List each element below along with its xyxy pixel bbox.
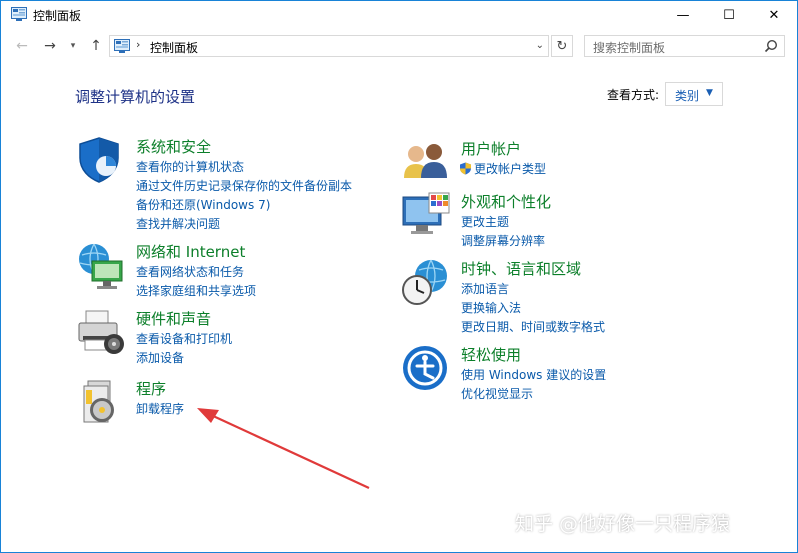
navigation-bar: ← → ▾ ↑ › 控制面板 ⌄ ↻ 搜索控制面板: [1, 29, 797, 63]
recent-locations-dropdown[interactable]: ▾: [67, 37, 79, 55]
search-icon[interactable]: [764, 39, 778, 53]
title-bar: 控制面板 — ☐ ✕: [1, 1, 797, 29]
back-arrow-icon[interactable]: ←: [13, 37, 31, 55]
address-bar[interactable]: › 控制面板 ⌄: [109, 35, 549, 57]
maximize-button[interactable]: ☐: [706, 1, 752, 29]
minimize-button[interactable]: —: [660, 1, 706, 29]
main-content: 调整计算机的设置 查看方式: 类别 ▼ 系统和安全 查看你的计算机状态 通过文件…: [1, 63, 797, 553]
breadcrumb-control-panel[interactable]: 控制面板: [150, 39, 198, 56]
search-input[interactable]: 搜索控制面板: [584, 35, 785, 57]
address-dropdown-icon[interactable]: ⌄: [536, 40, 544, 51]
watermark-text: 知乎 @他好像一只程序猿: [515, 513, 731, 535]
control-panel-window: 控制面板 — ☐ ✕ ← → ▾ ↑ › 控制面板 ⌄ ↻ 搜索控制面板 调整计…: [0, 0, 798, 553]
forward-arrow-icon[interactable]: →: [41, 37, 59, 55]
close-button[interactable]: ✕: [751, 1, 797, 29]
breadcrumb-separator[interactable]: ›: [136, 38, 140, 51]
window-title: 控制面板: [33, 9, 82, 23]
refresh-button[interactable]: ↻: [551, 35, 573, 57]
control-panel-icon: [114, 39, 130, 53]
control-panel-icon: [11, 7, 27, 21]
search-placeholder: 搜索控制面板: [593, 41, 666, 55]
up-arrow-icon[interactable]: ↑: [87, 37, 105, 55]
annotation-arrow: [197, 408, 370, 489]
